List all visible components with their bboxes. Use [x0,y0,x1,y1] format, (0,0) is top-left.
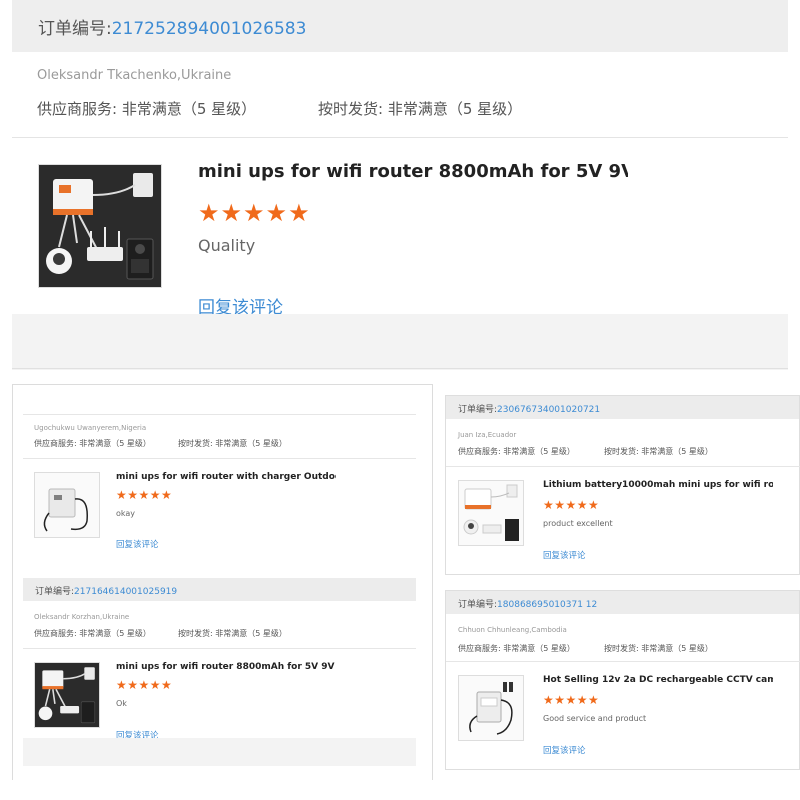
order-number-link[interactable]: 217164614001025919 [74,587,177,597]
star-rating: ★★★★★ [198,199,311,227]
reply-to-review-link[interactable]: 回复该评论 [116,538,159,550]
product-title-link[interactable]: mini ups for wifi router 8800mAh for 5V … [116,662,336,672]
product-title-link[interactable]: Lithium battery10000mah mini ups for wif… [543,480,773,490]
product-title-link[interactable]: Hot Selling 12v 2a DC rechargeable CCTV … [543,675,773,685]
order-number-label: 订单编号:217164614001025919 [35,587,178,597]
star-rating: ★★★★★ [543,498,600,512]
supplier-service-rating: 供应商服务: 非常满意（5 星级） [458,644,575,653]
product-title-link[interactable]: mini ups for wifi router with charger Ou… [116,472,336,482]
divider [446,661,800,662]
product-image[interactable] [458,480,524,546]
reply-to-review-link[interactable]: 回复该评论 [543,744,586,756]
review-card: 订单编号:230676734001020721 Juan Iza,Ecuador… [445,395,800,575]
divider [432,384,433,780]
order-bar: 订单编号:217164614001025919 [23,578,416,601]
supplier-service-rating: 供应商服务: 非常满意（5 星级） [458,447,575,456]
order-number-link[interactable]: 230676734001020721 [497,405,600,415]
order-number-label: 订单编号:217252894001026583 [38,19,307,39]
buyer-name: Ugochukwu Uwanyerem,Nigeria [34,424,147,432]
divider [12,368,788,369]
divider [23,648,416,649]
divider [23,414,416,415]
product-title-link[interactable]: mini ups for wifi router 8800mAh for 5V … [198,161,628,182]
supplier-service-rating: 供应商服务: 非常满意（5 星级） [37,100,257,118]
review-comment: Good service and product [543,714,647,723]
order-number-label: 订单编号:180868695010371 12 [458,600,598,610]
divider [12,384,13,780]
review-comment: product excellent [543,519,613,528]
review-comment: Quality [198,236,256,255]
supplier-service-rating: 供应商服务: 非常满意（5 星级） [34,629,151,638]
buyer-name: Juan Iza,Ecuador [458,431,517,439]
shipping-rating: 按时发货: 非常满意（5 星级） [604,447,713,456]
divider [12,137,788,138]
shipping-rating: 按时发货: 非常满意（5 星级） [318,100,523,118]
order-bar: 订单编号:230676734001020721 [446,396,799,419]
product-image[interactable] [38,164,162,288]
order-bar: 订单编号:180868695010371 12 [446,591,799,614]
star-rating: ★★★★★ [116,488,173,502]
divider [23,458,416,459]
supplier-service-rating: 供应商服务: 非常满意（5 星级） [34,439,151,448]
buyer-name: Oleksandr Korzhan,Ukraine [34,613,130,621]
review-comment: okay [116,509,136,518]
divider [12,384,432,385]
star-rating: ★★★★★ [543,693,600,707]
buyer-name: Chhuon Chhunleang,Cambodia [458,626,567,634]
product-image[interactable] [34,662,100,728]
main-review-card: 订单编号:217252894001026583 Oleksandr Tkache… [0,0,800,372]
review-card: 订单编号:217164614001025919 Oleksandr Korzha… [23,578,416,768]
card-footer-band [12,314,788,370]
divider [446,466,800,467]
buyer-name: Oleksandr Tkachenko,Ukraine [37,68,232,83]
order-number-label: 订单编号:230676734001020721 [458,405,601,415]
order-number-link[interactable]: 180868695010371 12 [497,600,597,610]
product-image[interactable] [34,472,100,538]
star-rating: ★★★★★ [116,678,173,692]
card-footer-band [23,738,416,766]
shipping-rating: 按时发货: 非常满意（5 星级） [178,439,287,448]
order-bar: 订单编号:217252894001026583 [12,0,788,52]
shipping-rating: 按时发货: 非常满意（5 星级） [604,644,713,653]
reply-to-review-link[interactable]: 回复该评论 [543,549,586,561]
review-card: Ugochukwu Uwanyerem,Nigeria 供应商服务: 非常满意（… [23,392,416,564]
order-number-link[interactable]: 217252894001026583 [112,19,307,39]
review-card: 订单编号:180868695010371 12 Chhuon Chhunlean… [445,590,800,770]
product-image[interactable] [458,675,524,741]
review-comment: Ok [116,699,127,708]
shipping-rating: 按时发货: 非常满意（5 星级） [178,629,287,638]
